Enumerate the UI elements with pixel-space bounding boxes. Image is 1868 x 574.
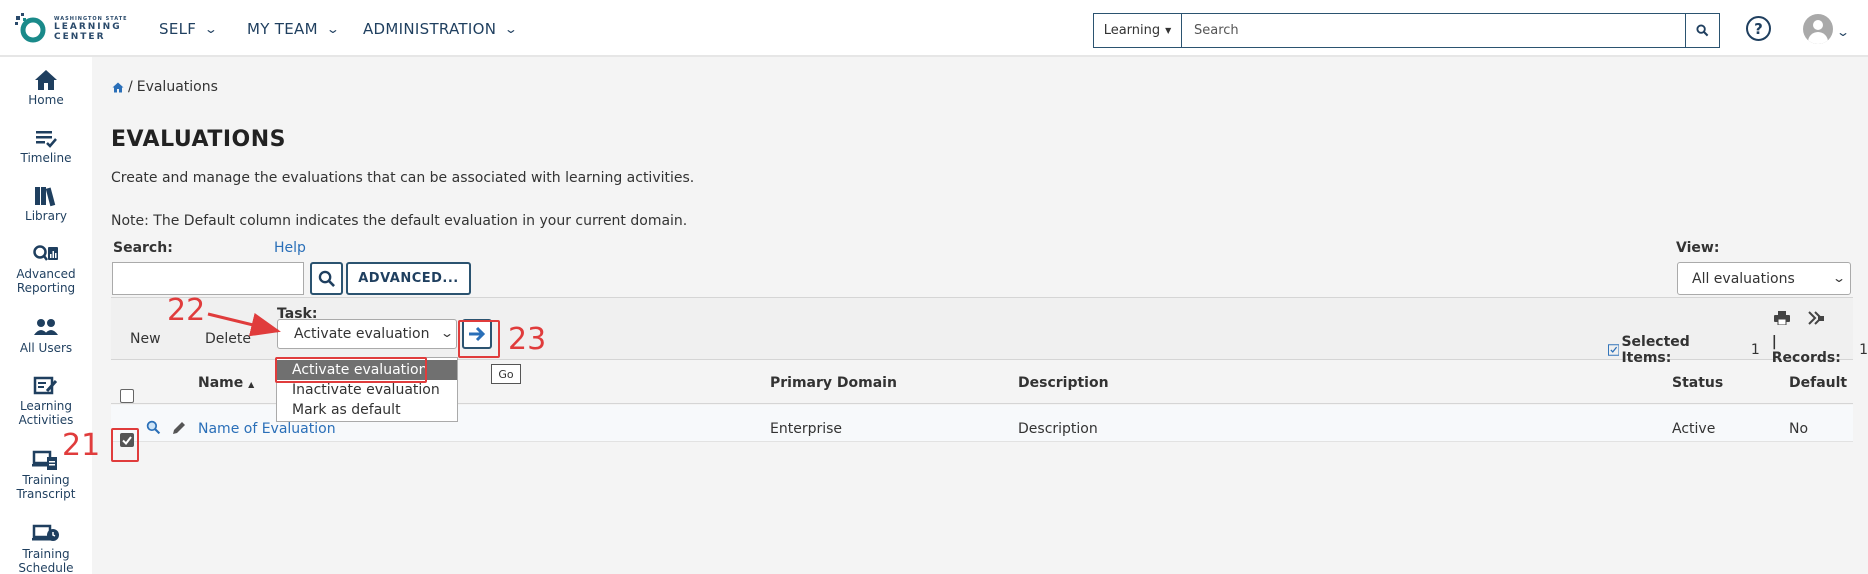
annotation-arrow-22	[207, 312, 281, 337]
